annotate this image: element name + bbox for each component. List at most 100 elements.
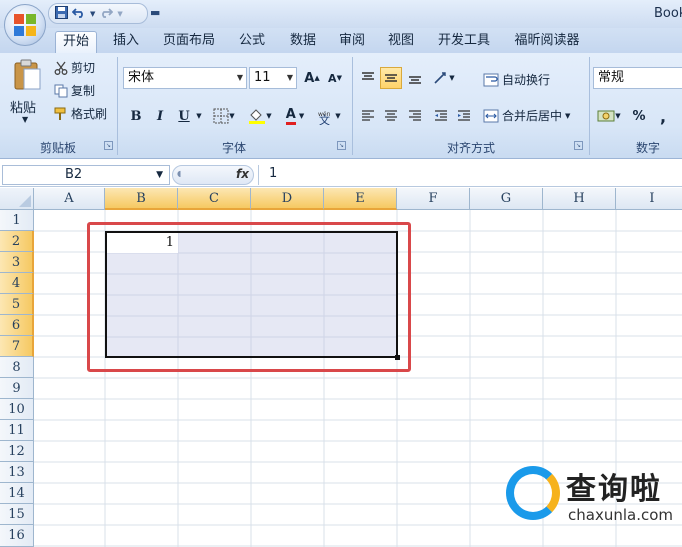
row-header-10[interactable]: 10 [0,399,34,420]
clipboard-launcher-icon[interactable]: ↘ [104,141,113,150]
accounting-format-button[interactable]: ▼ [593,105,625,127]
font-color-icon: A [285,107,296,125]
percent-button[interactable]: % [628,105,650,127]
underline-button[interactable]: U [173,105,195,127]
tab-home[interactable]: 开始 [55,31,97,53]
name-box[interactable]: B2 ▼ [2,165,170,185]
merge-center-button[interactable]: 合并后居中 ▼ [483,107,570,124]
row-header-14[interactable]: 14 [0,483,34,504]
tab-formulas[interactable]: 公式 [230,31,274,53]
font-name-combo[interactable]: 宋体 ▼ [123,67,247,89]
borders-button[interactable]: ▼ [208,105,240,127]
increase-indent-icon [458,110,470,121]
row-header-16[interactable]: 16 [0,525,34,547]
tab-foxit-reader[interactable]: 福昕阅读器 [504,31,590,53]
bold-button[interactable]: B [125,105,147,127]
scissors-icon [54,61,68,75]
column-header-c[interactable]: C [178,188,251,210]
quick-access-toolbar: ▼ ▼ [48,3,148,24]
tab-review[interactable]: 审阅 [330,31,374,53]
row-header-7[interactable]: 7 [0,336,34,357]
cut-label: 剪切 [71,61,96,75]
font-size-value: 11 [254,70,271,85]
row-header-5[interactable]: 5 [0,294,34,315]
paint-bucket-icon [249,109,266,124]
highlight-annotation-box [87,222,411,372]
align-middle-icon [385,74,397,82]
svg-text:文: 文 [319,113,330,125]
row-header-4[interactable]: 4 [0,273,34,294]
column-header-h[interactable]: H [543,188,616,210]
column-header-a[interactable]: A [34,188,105,210]
align-top-button[interactable] [357,67,379,89]
align-bottom-button[interactable] [404,67,426,89]
row-header-13[interactable]: 13 [0,462,34,483]
font-launcher-icon[interactable]: ↘ [337,141,346,150]
row-header-6[interactable]: 6 [0,315,34,336]
redo-dropdown-icon[interactable]: ▼ [117,10,122,18]
alignment-launcher-icon[interactable]: ↘ [574,141,583,150]
grow-font-icon: A [304,70,315,86]
align-middle-button[interactable] [380,67,402,89]
row-header-2[interactable]: 2 [0,231,34,252]
chaxunla-watermark: 查询啦 chaxunla.com [506,464,682,528]
paste-label: 粘贴 [10,101,37,116]
align-left-button[interactable] [357,105,379,127]
column-header-d[interactable]: D [251,188,324,210]
save-icon[interactable] [55,5,68,22]
tab-page-layout[interactable]: 页面布局 [156,31,222,53]
number-format-combo[interactable]: 常规 [593,67,682,89]
tab-insert[interactable]: 插入 [104,31,148,53]
row-header-8[interactable]: 8 [0,357,34,378]
row-header-1[interactable]: 1 [0,210,34,231]
copy-button[interactable]: 复制 [54,82,95,99]
underline-dropdown-icon[interactable]: ▼ [194,105,204,127]
format-painter-button[interactable]: 格式刷 [54,105,107,122]
redo-icon[interactable] [99,6,114,21]
borders-icon [213,108,229,124]
tab-data[interactable]: 数据 [281,31,325,53]
orientation-button[interactable]: ▼ [428,67,460,89]
fill-color-button[interactable]: ▼ [243,105,277,127]
row-header-15[interactable]: 15 [0,504,34,525]
row-header-9[interactable]: 9 [0,378,34,399]
column-header-i[interactable]: I [616,188,682,210]
comma-button[interactable]: , [652,105,674,127]
insert-function-icon[interactable]: fx [236,167,249,181]
italic-button[interactable]: I [149,105,171,127]
row-header-12[interactable]: 12 [0,441,34,462]
phonetic-button[interactable]: wén 文 ▼ [313,105,345,127]
align-bottom-icon [409,76,421,84]
font-name-value: 宋体 [128,70,155,85]
phonetic-icon: wén文 [318,111,331,125]
row-header-11[interactable]: 11 [0,420,34,441]
paste-button[interactable]: 粘贴 ▼ [8,59,46,129]
circle-handle-icon: ◖ [177,169,182,178]
grow-font-button[interactable]: A ▲ [301,67,323,89]
formula-input[interactable]: 1 [258,165,682,185]
font-group-label: 字体 [221,141,246,155]
shrink-font-button[interactable]: A ▼ [324,67,346,89]
font-color-button[interactable]: A ▼ [279,105,311,127]
column-header-f[interactable]: F [397,188,470,210]
cut-button[interactable]: 剪切 [54,59,95,76]
font-size-combo[interactable]: 11 ▼ [249,67,297,89]
align-right-button[interactable] [404,105,426,127]
column-header-e[interactable]: E [324,188,397,210]
align-center-button[interactable] [380,105,402,127]
customize-qat-icon[interactable]: ▬ [150,6,160,19]
increase-indent-button[interactable] [453,105,475,127]
undo-dropdown-icon[interactable]: ▼ [90,10,95,18]
column-header-b[interactable]: B [105,188,178,210]
select-all-corner[interactable] [0,188,34,210]
number-format-value: 常规 [598,70,625,85]
decrease-indent-button[interactable] [430,105,452,127]
undo-icon[interactable] [71,6,86,21]
tab-view[interactable]: 视图 [379,31,423,53]
column-header-g[interactable]: G [470,188,543,210]
wrap-text-button[interactable]: 自动换行 [483,71,550,88]
office-button[interactable] [4,4,46,46]
select-all-icon [19,195,31,207]
tab-developer[interactable]: 开发工具 [428,31,500,53]
row-header-3[interactable]: 3 [0,252,34,273]
